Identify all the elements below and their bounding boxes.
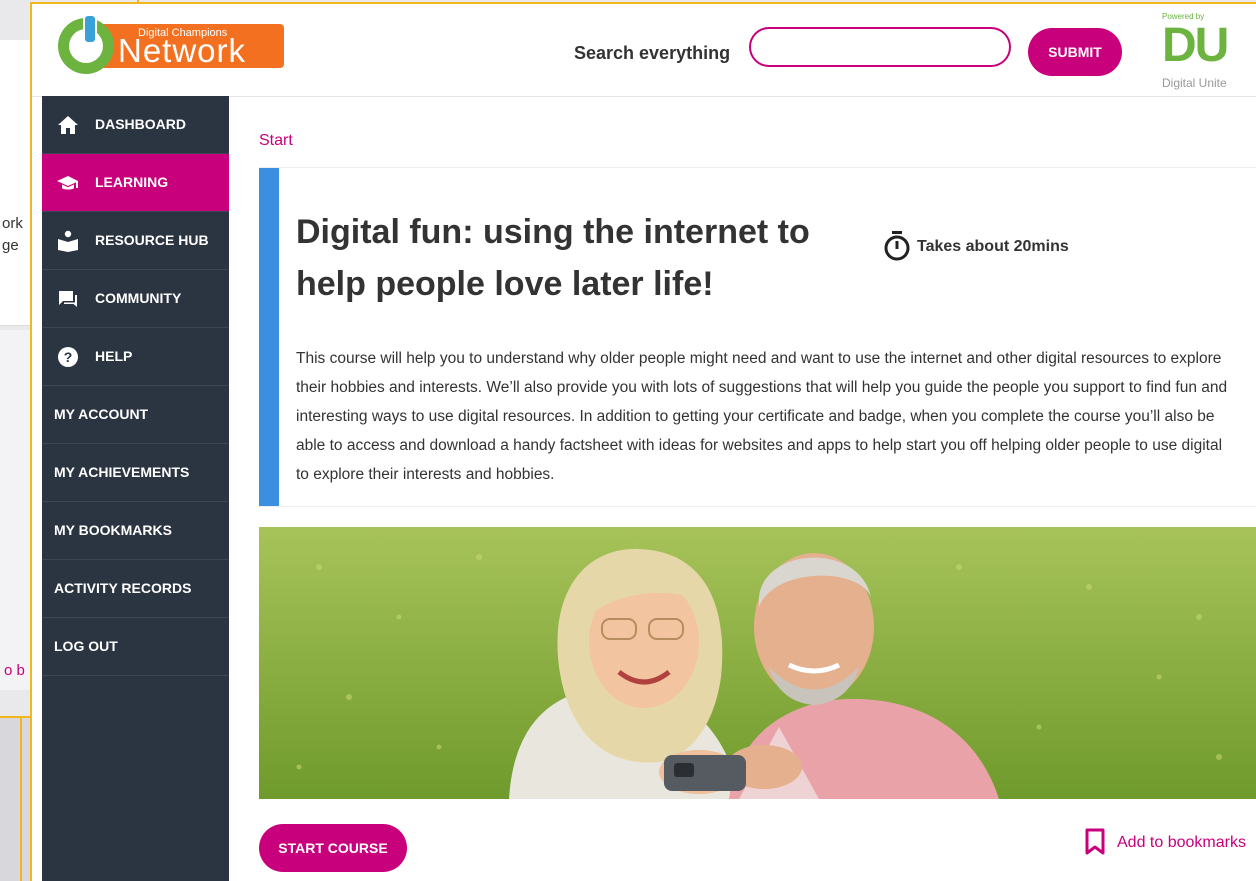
course-duration: Takes about 20mins (883, 231, 1113, 262)
card-accent-bar (259, 168, 279, 506)
sidebar-nav: DASHBOARD LEARNING RESOURCE HUB COMMUNIT… (42, 96, 229, 881)
sidebar-item-label: LEARNING (95, 174, 169, 190)
add-to-bookmarks-link[interactable]: Add to bookmarks (1084, 828, 1256, 858)
sidebar-item-log-out[interactable]: LOG OUT (42, 618, 229, 676)
question-icon: ? (58, 347, 78, 367)
site-logo[interactable]: Digital Champions Network (58, 14, 284, 80)
sidebar-item-label: HELP (95, 348, 133, 364)
sidebar-item-label: DASHBOARD (95, 116, 186, 132)
background-panel (0, 330, 30, 690)
background-frame-edge (0, 716, 30, 718)
power-icon (83, 14, 97, 44)
graduation-cap-icon (57, 176, 78, 190)
home-icon (58, 116, 78, 134)
course-hero-image (259, 527, 1256, 799)
submit-button[interactable]: SUBMIT (1028, 28, 1122, 76)
chat-icon (59, 291, 77, 307)
background-card: ork ge (0, 40, 30, 326)
sidebar-item-label: RESOURCE HUB (95, 232, 209, 248)
sidebar-item-learning[interactable]: LEARNING (42, 154, 229, 212)
breadcrumb-start[interactable]: Start (259, 132, 293, 150)
background-text: ge (2, 237, 19, 254)
background-frame-edge (20, 716, 22, 881)
partner-logo-letters: DU (1162, 19, 1229, 72)
hero-photo-illustration (259, 527, 1256, 799)
sidebar-item-label: LOG OUT (54, 638, 118, 654)
sidebar-item-activity-records[interactable]: ACTIVITY RECORDS (42, 560, 229, 618)
site-header: Digital Champions Network Search everyth… (32, 4, 1256, 97)
sidebar-item-resource-hub[interactable]: RESOURCE HUB (42, 212, 229, 270)
app-window: Digital Champions Network Search everyth… (30, 2, 1256, 881)
partner-name: Digital Unite (1162, 76, 1227, 90)
sidebar-item-label: ACTIVITY RECORDS (54, 580, 192, 596)
search-input[interactable] (749, 27, 1011, 67)
partner-logo[interactable]: Powered by DU Digital Unite (1160, 10, 1256, 94)
sidebar-item-label: MY ACCOUNT (54, 406, 149, 422)
background-image (0, 716, 30, 881)
course-description: This course will help you to understand … (296, 350, 1228, 483)
stopwatch-icon (884, 231, 910, 261)
duration-text: Takes about 20mins (917, 238, 1069, 255)
svg-text:?: ? (64, 349, 73, 365)
search-label: Search everything (574, 43, 731, 63)
course-intro-card: Digital fun: using the internet to help … (259, 167, 1256, 507)
background-text: ork (2, 215, 23, 232)
bookmark-icon (1085, 828, 1105, 855)
book-reader-icon (58, 230, 78, 252)
sidebar-item-my-achievements[interactable]: MY ACHIEVEMENTS (42, 444, 229, 502)
bookmark-label: Add to bookmarks (1117, 834, 1246, 851)
sidebar-item-label: MY ACHIEVEMENTS (54, 464, 190, 480)
sidebar-item-my-account[interactable]: MY ACCOUNT (42, 386, 229, 444)
sidebar-item-label: MY BOOKMARKS (54, 522, 172, 538)
main-content: Start Digital fun: using the internet to… (229, 97, 1256, 881)
sidebar-item-label: COMMUNITY (95, 290, 182, 306)
start-course-button[interactable]: START COURSE (259, 824, 407, 872)
background-link[interactable]: o b (4, 662, 25, 679)
sidebar-item-dashboard[interactable]: DASHBOARD (42, 96, 229, 154)
sidebar-item-my-bookmarks[interactable]: MY BOOKMARKS (42, 502, 229, 560)
course-title: Digital fun: using the internet to help … (296, 213, 810, 303)
sidebar-item-help[interactable]: ? HELP (42, 328, 229, 386)
logo-title: Network (118, 32, 247, 69)
sidebar-item-community[interactable]: COMMUNITY (42, 270, 229, 328)
